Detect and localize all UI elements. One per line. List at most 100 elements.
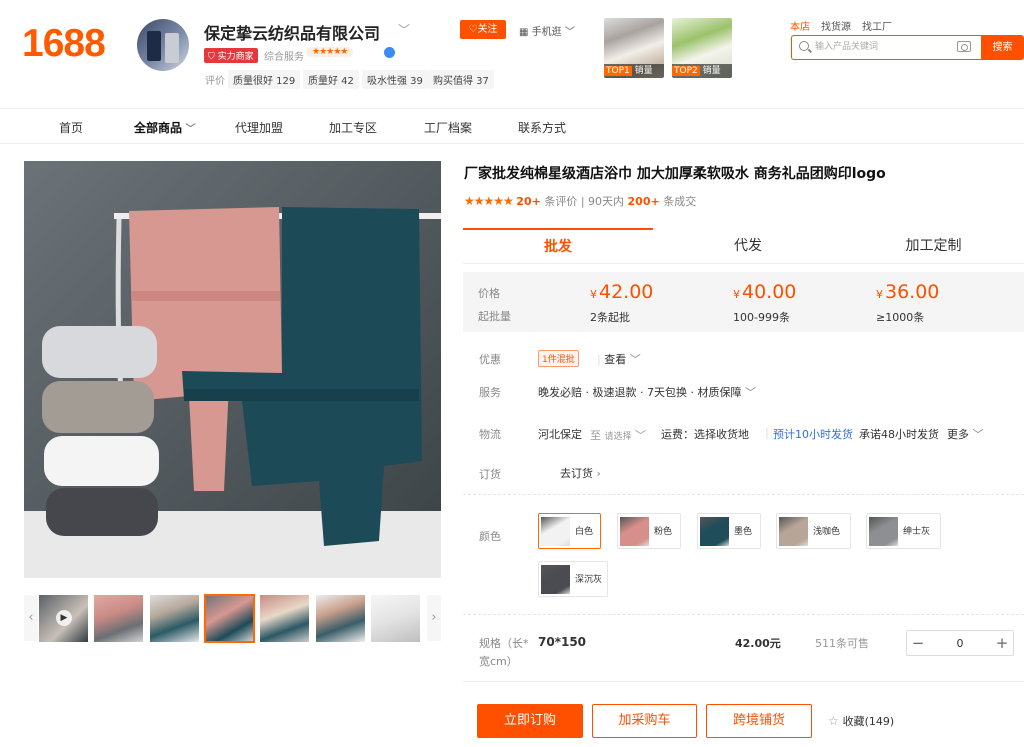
color-option-label: 白色 bbox=[575, 527, 594, 537]
thumbnail[interactable] bbox=[260, 595, 309, 642]
shop-avatar[interactable] bbox=[137, 19, 189, 71]
coupon-view-link[interactable]: | 查看 ﹀ bbox=[597, 351, 641, 367]
color-option[interactable]: 粉色 bbox=[617, 513, 681, 549]
review-tag[interactable]: 吸水性强 39 bbox=[362, 70, 428, 89]
ship-to-selector[interactable]: 至 请选择 ﹀ bbox=[590, 427, 646, 443]
tab-custom[interactable]: 加工定制 bbox=[843, 228, 1024, 264]
nav-item-all-products[interactable]: 全部商品 ﹀ bbox=[134, 119, 196, 136]
go-order-label: 去订货 bbox=[560, 467, 593, 480]
chevron-right-icon[interactable]: › bbox=[427, 595, 441, 641]
freight-info: 运费：选择收货地 bbox=[661, 428, 749, 441]
shop-nav: 首页 全部商品 ﹀ 代理加盟 加工专区 工厂档案 联系方式 bbox=[0, 108, 1024, 144]
tab-wholesale[interactable]: 批发 bbox=[463, 228, 653, 264]
thumbnail[interactable] bbox=[150, 595, 199, 642]
color-option[interactable]: 墨色 bbox=[697, 513, 761, 549]
distribute-button[interactable]: 跨境铺货 bbox=[706, 704, 812, 738]
add-cart-button[interactable]: 加采购车 bbox=[592, 704, 697, 738]
spec-value: 70*150 bbox=[538, 635, 587, 649]
ship-from: 河北保定 bbox=[538, 428, 582, 441]
chevron-down-icon[interactable]: ﹀ bbox=[398, 21, 410, 38]
thumbnail[interactable] bbox=[94, 595, 143, 642]
color-option-label: 深沉灰 bbox=[575, 575, 603, 585]
camera-icon[interactable] bbox=[957, 41, 971, 52]
chevron-right-icon: › bbox=[593, 467, 601, 480]
promise-info: 承诺48小时发货 bbox=[859, 428, 939, 441]
service-guarantees[interactable]: 晚发必赔 · 极速退款 · 7天包换 · 材质保障 ﹀ bbox=[538, 384, 756, 400]
scope-find-factory[interactable]: 找工厂 bbox=[862, 22, 892, 33]
more-shipping-link[interactable]: 更多 ﹀ bbox=[947, 426, 984, 442]
mobile-shop-label: 手机逛 bbox=[531, 27, 562, 38]
nav-item-home[interactable]: 首页 bbox=[59, 119, 83, 136]
nav-item-agency[interactable]: 代理加盟 bbox=[235, 119, 283, 136]
price-label: 价格 bbox=[478, 287, 500, 300]
review-tag[interactable]: 购买值得 37 bbox=[428, 70, 494, 89]
order-now-button[interactable]: 立即订购 bbox=[477, 704, 583, 738]
scope-this-shop[interactable]: 本店 bbox=[790, 22, 810, 33]
color-swatch-image bbox=[779, 517, 808, 546]
product-main-image[interactable] bbox=[24, 161, 441, 578]
rating-row: ★★★★★ 20+ 条评价 | 90天内 200+ 条成交 bbox=[464, 194, 697, 208]
thumbnail-active[interactable] bbox=[204, 594, 255, 643]
site-logo[interactable]: 1688 bbox=[22, 22, 106, 66]
review-tag[interactable]: 质量很好 129 bbox=[228, 70, 301, 89]
scope-find-goods[interactable]: 找货源 bbox=[821, 22, 851, 33]
shop-name[interactable]: 保定挚云纺织品有限公司 bbox=[204, 20, 380, 44]
nav-item-factory[interactable]: 工厂档案 bbox=[424, 119, 472, 136]
more-label: 更多 bbox=[947, 428, 969, 441]
minus-icon[interactable]: − bbox=[906, 630, 930, 656]
search-icon bbox=[799, 41, 809, 51]
search-button[interactable]: 搜索 bbox=[981, 35, 1024, 60]
top-product-1[interactable]: TOP1 销量 bbox=[604, 18, 664, 78]
shipping-label: 物流 bbox=[479, 428, 501, 441]
sold-count: 200+ bbox=[627, 195, 660, 208]
spec-stock: 511条可售 bbox=[815, 637, 869, 650]
price-value: 36.00 bbox=[885, 281, 940, 303]
color-option-label: 墨色 bbox=[734, 527, 753, 537]
follow-label: 关注 bbox=[477, 24, 498, 35]
product-title: 厂家批发纯棉星级酒店浴巾 加大加厚柔软吸水 商务礼品团购印logo bbox=[464, 166, 886, 182]
qty-tier-2: 100-999条 bbox=[733, 311, 790, 324]
price-panel: 价格 起批量 ¥42.00 2条起批 ¥40.00 100-999条 ¥36.0… bbox=[463, 272, 1024, 332]
chevron-down-icon: ﹀ bbox=[631, 429, 647, 442]
top-rank-label: 销量 bbox=[634, 66, 653, 76]
verified-icon bbox=[384, 47, 395, 58]
top-rank-label: 销量 bbox=[702, 66, 721, 76]
color-option[interactable]: 白色 bbox=[538, 513, 601, 549]
chevron-down-icon: ﹀ bbox=[561, 27, 575, 38]
reviews-count[interactable]: 20+ bbox=[516, 195, 541, 208]
app: 1688 保定挚云纺织品有限公司 ﹀ ⛉ 实力商家 综合服务 ★★★★★ 评价 … bbox=[0, 0, 1024, 747]
sold-label: 条成交 bbox=[663, 195, 697, 208]
price-value: 40.00 bbox=[742, 281, 797, 303]
top-product-label: TOP2 销量 bbox=[672, 64, 732, 78]
thumbnail[interactable] bbox=[316, 595, 365, 642]
mobile-shop-link[interactable]: ▦ 手机逛 ﹀ bbox=[519, 23, 575, 38]
strength-badge: ⛉ 实力商家 bbox=[204, 48, 258, 63]
favorite-button[interactable]: ☆ 收藏(149) bbox=[828, 713, 894, 729]
follow-button[interactable]: ♡关注 bbox=[460, 20, 506, 39]
go-order-link[interactable]: 去订货 › bbox=[560, 465, 601, 481]
ship-to-placeholder: 请选择 bbox=[604, 432, 632, 442]
color-option-label: 粉色 bbox=[654, 527, 673, 537]
towel-photo bbox=[24, 161, 441, 578]
currency-symbol: ¥ bbox=[733, 288, 740, 301]
review-tag[interactable]: 质量好 42 bbox=[303, 70, 359, 89]
color-option[interactable]: 浅咖色 bbox=[776, 513, 851, 549]
thumbnail-video[interactable]: ▶ bbox=[39, 595, 88, 642]
service-stars: ★★★★★ bbox=[306, 47, 354, 57]
color-swatch-image bbox=[541, 565, 570, 594]
price-tier-3: ¥36.00 bbox=[876, 281, 939, 303]
play-icon: ▶ bbox=[56, 610, 72, 626]
color-option[interactable]: 绅士灰 bbox=[866, 513, 941, 549]
tab-dropship[interactable]: 代发 bbox=[653, 228, 843, 264]
search-input[interactable] bbox=[815, 37, 955, 57]
coupon-chip[interactable]: 1件混批 bbox=[538, 350, 579, 367]
nav-item-contact[interactable]: 联系方式 bbox=[518, 119, 566, 136]
top-product-label: TOP1 销量 bbox=[604, 64, 664, 78]
chevron-left-icon[interactable]: ‹ bbox=[24, 595, 38, 641]
thumbnail[interactable] bbox=[371, 595, 420, 642]
plus-icon[interactable]: + bbox=[990, 630, 1014, 656]
top-product-2[interactable]: TOP2 销量 bbox=[672, 18, 732, 78]
quantity-input[interactable] bbox=[932, 633, 988, 653]
nav-item-processing[interactable]: 加工专区 bbox=[329, 119, 377, 136]
color-option[interactable]: 深沉灰 bbox=[538, 561, 608, 597]
